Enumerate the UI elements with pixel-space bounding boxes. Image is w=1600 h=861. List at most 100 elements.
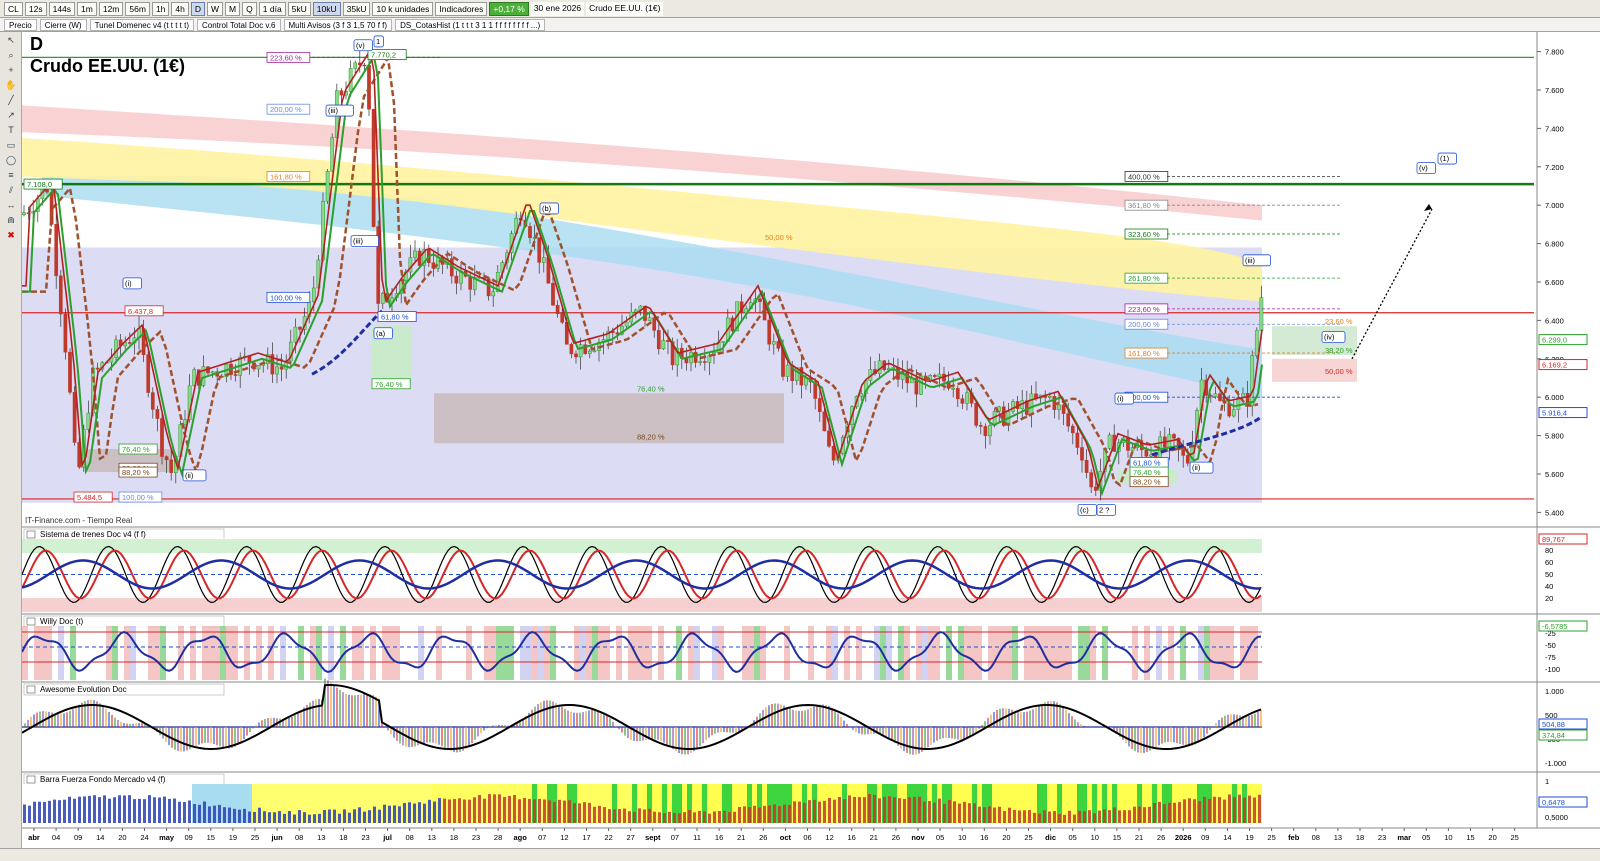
- candle-body: [1181, 449, 1186, 456]
- fuerza-bar: [218, 804, 221, 823]
- text-icon[interactable]: T: [4, 125, 18, 136]
- fuerza-bar: [1253, 797, 1256, 823]
- fuerza-bar: [1123, 810, 1126, 823]
- timeframe-button-1h[interactable]: 1h: [151, 1, 170, 16]
- timeframe-button-4h[interactable]: 4h: [171, 1, 189, 16]
- timeframe-button-12m[interactable]: 12m: [98, 1, 124, 16]
- arrow-icon[interactable]: ↗: [4, 110, 18, 121]
- p3-value-1: 374,84: [1542, 731, 1565, 740]
- timeframe-button-12s[interactable]: 12s: [24, 1, 47, 16]
- willy-bar: [460, 626, 466, 680]
- willy-bar: [622, 626, 628, 680]
- timeframe-button-Q[interactable]: Q: [242, 1, 257, 16]
- candle-body: [560, 313, 565, 323]
- fuerza-bar: [1228, 794, 1231, 823]
- candle-body: [164, 456, 169, 461]
- fuerza-bar: [448, 799, 451, 823]
- fuerza-bar: [633, 811, 636, 823]
- line-icon[interactable]: ╱: [4, 95, 18, 106]
- willy-bar: [574, 626, 580, 680]
- candle-body: [413, 250, 417, 258]
- fuerza-bar: [63, 799, 66, 823]
- willy-bar: [256, 626, 262, 680]
- willy-bar: [196, 626, 202, 680]
- measure-icon[interactable]: ↔: [4, 200, 18, 211]
- willy-bar: [562, 626, 568, 680]
- willy-bar: [520, 626, 526, 680]
- candle-body: [114, 339, 118, 358]
- fuerza-bar: [258, 807, 261, 823]
- indicators-button[interactable]: Indicadores: [435, 1, 488, 16]
- willy-bar: [232, 626, 238, 680]
- candle-body: [1185, 455, 1190, 464]
- chart-canvas[interactable]: DCrudo EE.UU. (1€) IT-Finance.com - Tiemp…: [22, 32, 1600, 848]
- fuerza-bar: [1063, 814, 1066, 823]
- willy-bar: [580, 626, 586, 680]
- volume-button-10kU[interactable]: 10kU: [312, 1, 341, 16]
- willy-bar: [742, 626, 748, 680]
- fuerza-bar: [1198, 801, 1201, 823]
- fuerza-bar: [253, 811, 256, 823]
- fib-label-right-9: 76,40 %: [1133, 468, 1161, 477]
- fuerza-bar: [588, 802, 591, 823]
- rect-icon[interactable]: ▭: [4, 140, 18, 151]
- source-label: IT-Finance.com - Tiempo Real: [25, 516, 132, 525]
- timeframe-button-M[interactable]: M: [225, 1, 241, 16]
- candle-body: [891, 366, 896, 369]
- time-tick-64: 10: [1444, 833, 1452, 842]
- time-tick-8: 15: [207, 833, 215, 842]
- units-selector[interactable]: 10 k unidades: [372, 1, 434, 16]
- zoom-icon[interactable]: ⌕: [4, 50, 18, 61]
- fuerza-bar: [1238, 794, 1241, 823]
- wave-label-14: (ii): [1192, 463, 1201, 472]
- fibonacci-icon[interactable]: ≡: [4, 170, 18, 181]
- symbol-selector[interactable]: CL: [4, 1, 23, 16]
- fuerza-bar: [1163, 804, 1166, 823]
- indicator-tab-1[interactable]: Cierre (W): [39, 18, 87, 31]
- fib-label-left-3: 100,00 %: [270, 293, 302, 302]
- wave-label-8: (iv): [1324, 333, 1335, 342]
- hand-icon[interactable]: ✋: [4, 80, 18, 91]
- timeframe-button-W[interactable]: W: [207, 1, 224, 16]
- volume-button-5kU[interactable]: 5kU: [287, 1, 311, 16]
- period-selector[interactable]: 1 día: [258, 1, 286, 16]
- bottom-scrollbar[interactable]: [0, 848, 1600, 861]
- fuerza-bar: [558, 799, 561, 823]
- candle-body: [1259, 297, 1264, 331]
- timeframe-button-D[interactable]: D: [190, 1, 206, 16]
- fuerza-bar: [318, 813, 321, 823]
- time-tick-45: 25: [1024, 833, 1032, 842]
- timeframe-button-144s[interactable]: 144s: [48, 1, 76, 16]
- chart-area[interactable]: D Crudo EE.UU. (1€) IT-Finance.com - Tiemp…: [22, 32, 1600, 848]
- fuerza-bar: [343, 809, 346, 823]
- willy-bar: [1132, 626, 1138, 680]
- cross-icon[interactable]: +: [4, 65, 18, 76]
- candle-body: [983, 426, 988, 437]
- delete-icon[interactable]: ✖: [4, 230, 18, 241]
- time-tick-12: 08: [295, 833, 303, 842]
- volume-button-35kU[interactable]: 35kU: [342, 1, 371, 16]
- fuerza-bar: [1003, 811, 1006, 823]
- magnet-icon[interactable]: ⋒: [4, 215, 18, 226]
- willy-bar: [658, 626, 664, 680]
- indicator-tab-4[interactable]: Multi Avisos (3 f 3 1,5 70 f f): [283, 18, 393, 31]
- indicator-tab-0[interactable]: Precio: [4, 18, 37, 31]
- willy-bar: [448, 626, 454, 680]
- panel-title-3: Barra Fuerza Fondo Mercado v4 (f): [40, 775, 166, 784]
- indicator-tab-5[interactable]: DS_CotasHist (1 t t t 3 1 1 f f f f f f …: [395, 18, 546, 31]
- channel-icon[interactable]: ⫽: [4, 185, 18, 196]
- time-tick-6: may: [159, 833, 175, 842]
- timeframe-button-56m[interactable]: 56m: [125, 1, 150, 16]
- fuerza-bar: [73, 798, 76, 823]
- p3-tick-0: 1.000: [1545, 687, 1564, 696]
- pointer-icon[interactable]: ↖: [4, 35, 18, 46]
- willy-bar: [484, 626, 490, 680]
- ellipse-icon[interactable]: ◯: [4, 155, 18, 166]
- indicator-tab-3[interactable]: Control Total Doc v.6: [196, 18, 281, 31]
- timeframe-button-1m[interactable]: 1m: [77, 1, 97, 16]
- time-tick-66: 20: [1488, 833, 1496, 842]
- willy-bar: [874, 626, 880, 680]
- willy-bar: [862, 626, 868, 680]
- fuerza-bar: [878, 798, 881, 823]
- indicator-tab-2[interactable]: Tunel Domenec v4 (t t t t t): [89, 18, 194, 31]
